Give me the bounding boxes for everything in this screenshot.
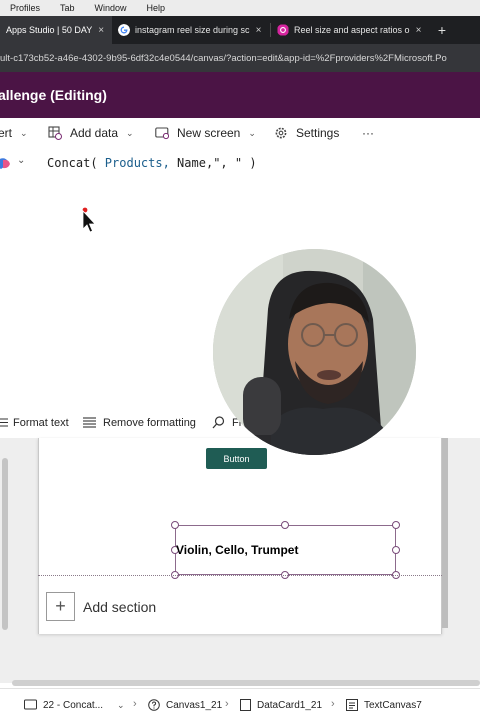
mouse-pointer-icon [82, 207, 96, 233]
text-canvas-value: Violin, Cello, Trumpet [176, 543, 299, 557]
section-divider [38, 575, 442, 576]
chevron-down-icon: ⌄ [248, 127, 256, 138]
close-icon[interactable]: × [416, 25, 422, 36]
text-control-icon [346, 699, 358, 711]
formula-input[interactable]: Concat( Products, Name,", " ) [47, 156, 257, 170]
chevron-down-icon: ⌄ [20, 127, 28, 138]
database-add-icon [48, 126, 62, 140]
chevron-down-icon: ⌄ [126, 127, 134, 138]
chevron-down-icon[interactable]: ⌄ [17, 155, 25, 166]
settings-label: Settings [296, 126, 340, 140]
resize-handle[interactable] [392, 546, 400, 554]
chevron-right-icon: › [225, 698, 229, 710]
resize-handle[interactable] [392, 521, 400, 529]
breadcrumb-label: 22 - Concat... [43, 699, 104, 711]
format-text-label: Format text [13, 416, 69, 429]
formula-function: Concat( [47, 156, 98, 170]
vertical-scrollbar[interactable] [2, 458, 8, 630]
breadcrumb-label: TextCanvas7 [364, 699, 422, 711]
breadcrumb-label: Canvas1_21 [166, 699, 223, 711]
presenter-video-image [213, 249, 416, 455]
browser-tab-google-search[interactable]: instagram reel size during sc × [112, 16, 270, 44]
screen-scrollbar[interactable] [442, 438, 448, 628]
google-icon [118, 24, 130, 36]
breadcrumb-canvas[interactable]: Canvas1_21 [148, 699, 222, 711]
add-section-button[interactable]: + Add section [46, 592, 156, 621]
menu-window[interactable]: Window [95, 3, 127, 13]
add-section-label: Add section [83, 598, 157, 615]
address-bar[interactable]: ult-c173cb52-a46e-4302-9b95-6df32c4e0544… [0, 44, 480, 72]
url-text: ult-c173cb52-a46e-4302-9b95-6df32c4e0544… [0, 52, 447, 64]
more-label: ··· [362, 126, 374, 140]
formula-close-paren: ) [249, 156, 257, 170]
resize-handle[interactable] [171, 521, 179, 529]
horizontal-scrollbar[interactable] [12, 680, 480, 686]
tab-label: Apps Studio | 50 DAY [6, 25, 93, 35]
add-data-label: Add data [70, 126, 119, 140]
chevron-down-icon: ⌄ [117, 699, 125, 710]
os-menubar: Profiles Tab Window Help [0, 0, 480, 16]
resize-handle[interactable] [281, 521, 289, 529]
remove-formatting-label: Remove formatting [103, 416, 196, 429]
formula-arg-column: Name, [169, 156, 214, 170]
app-title-bar: allenge (Editing) [0, 72, 480, 118]
insert-label: ert [0, 126, 13, 140]
breadcrumb-screen[interactable]: 22 - Concat... ⌄ [24, 699, 125, 711]
screen-icon [24, 699, 37, 710]
remove-formatting-icon [83, 417, 96, 428]
command-bar: ert ⌄ Add data ⌄ New screen ⌄ Settings ·… [0, 118, 480, 150]
browser-tab-power-apps[interactable]: Apps Studio | 50 DAY × [0, 16, 112, 44]
breadcrumb-datacard[interactable]: DataCard1_21 [240, 699, 322, 711]
data-card-icon [240, 699, 251, 711]
copilot-icon [0, 158, 10, 169]
new-tab-button[interactable]: + [429, 16, 455, 44]
chevron-right-icon: › [133, 698, 137, 710]
insert-menu-button[interactable]: ert ⌄ [0, 126, 28, 140]
settings-button[interactable]: Settings [274, 126, 339, 140]
menu-help[interactable]: Help [147, 3, 166, 13]
breadcrumb: 22 - Concat... ⌄ › Canvas1_21 › DataCard… [0, 688, 480, 720]
remove-formatting-button[interactable]: Remove formatting [83, 416, 196, 429]
plus-icon: + [46, 592, 75, 621]
chevron-right-icon: › [331, 698, 335, 710]
format-text-button[interactable]: Format text [0, 416, 69, 429]
close-icon[interactable]: × [256, 25, 262, 36]
tab-label: Reel size and aspect ratios o [294, 25, 410, 35]
canvas-button[interactable]: Button [206, 448, 267, 469]
new-screen-button[interactable]: New screen ⌄ [155, 126, 256, 140]
gear-icon [275, 127, 287, 139]
format-lines-icon [0, 418, 8, 427]
search-icon [212, 416, 225, 429]
presenter-webcam-overlay [213, 249, 416, 455]
breadcrumb-label: DataCard1_21 [257, 699, 323, 711]
help-circle-icon [148, 699, 160, 711]
formula-arg-separator: ", " [213, 156, 243, 170]
tab-label: instagram reel size during sc [135, 25, 250, 35]
new-screen-icon [155, 127, 169, 140]
app-title: allenge (Editing) [0, 87, 107, 103]
more-options-button[interactable]: ··· [362, 126, 374, 140]
close-icon[interactable]: × [98, 25, 104, 36]
formula-bar[interactable]: ⌄ Concat( Products, Name,", " ) [0, 150, 480, 176]
menu-tab[interactable]: Tab [60, 3, 75, 13]
add-data-button[interactable]: Add data ⌄ [48, 126, 134, 140]
formula-arg-table: Products, [97, 156, 170, 170]
menu-profiles[interactable]: Profiles [10, 3, 40, 13]
breadcrumb-textcanvas[interactable]: TextCanvas7 [346, 699, 422, 711]
browser-tab-instagram[interactable]: Reel size and aspect ratios o × [271, 16, 429, 44]
instagram-icon [277, 24, 289, 36]
new-screen-label: New screen [177, 126, 241, 140]
browser-tab-strip: Apps Studio | 50 DAY × instagram reel si… [0, 16, 480, 44]
